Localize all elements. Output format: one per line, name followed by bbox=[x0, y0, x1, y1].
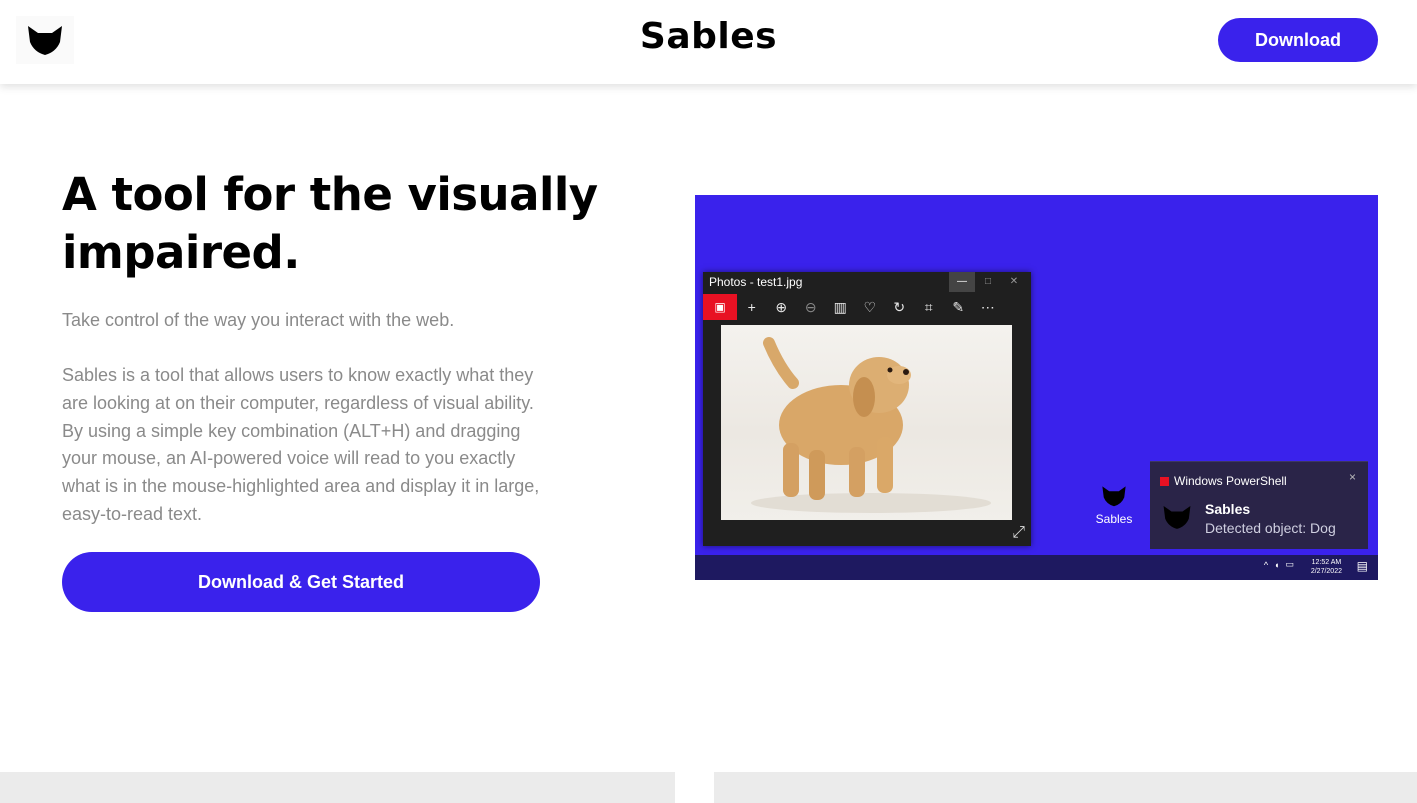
add-icon: + bbox=[747, 299, 756, 315]
site-header: Sables Download bbox=[0, 0, 1417, 84]
download-button[interactable]: Download bbox=[1218, 18, 1378, 62]
system-tray: ^ ◖ ▭ bbox=[1264, 559, 1294, 570]
photos-window: Photos - test1.jpg — □ ✕ ▣ + ⊕ ⊖ ▥ ♡ ↻ ⌗… bbox=[703, 272, 1031, 546]
feature-card-left bbox=[0, 772, 675, 803]
notification-icon: ▤ bbox=[1356, 559, 1368, 573]
minimize-icon: — bbox=[949, 272, 975, 292]
notification-toast: Windows PowerShell × Sables Detected obj… bbox=[1150, 461, 1368, 549]
rotate-icon: ↻ bbox=[893, 299, 906, 315]
puppy-image bbox=[721, 325, 1012, 520]
desktop-icon-sables: Sables bbox=[1095, 485, 1133, 526]
crop-icon: ⌗ bbox=[924, 299, 933, 315]
zoom-out-icon: ⊖ bbox=[804, 299, 817, 315]
network-icon: ▭ bbox=[1285, 559, 1294, 569]
download-get-started-button[interactable]: Download & Get Started bbox=[62, 552, 540, 612]
powershell-icon bbox=[1160, 476, 1169, 486]
taskbar: ^ ◖ ▭ 12:52 AM 2/27/2022 ▤ bbox=[695, 555, 1378, 580]
edit-icon: ✎ bbox=[952, 299, 965, 315]
fox-mask-icon bbox=[1102, 486, 1126, 507]
photos-window-title: Photos - test1.jpg bbox=[709, 275, 803, 289]
volume-icon: ◖ bbox=[1274, 559, 1280, 570]
maximize-icon: □ bbox=[984, 276, 992, 287]
desktop-icon-label: Sables bbox=[1095, 512, 1133, 526]
toast-body: Detected object: Dog bbox=[1205, 520, 1336, 536]
site-title: Sables bbox=[639, 16, 778, 57]
product-screenshot: Photos - test1.jpg — □ ✕ ▣ + ⊕ ⊖ ▥ ♡ ↻ ⌗… bbox=[695, 195, 1378, 580]
toast-app-name: Windows PowerShell bbox=[1160, 474, 1287, 488]
chevron-up-icon: ^ bbox=[1263, 559, 1269, 570]
fox-mask-icon bbox=[1163, 505, 1191, 529]
toast-close-icon: × bbox=[1348, 470, 1356, 484]
taskbar-clock: 12:52 AM 2/27/2022 bbox=[1310, 559, 1342, 575]
expand-icon: ⤢ bbox=[1012, 524, 1025, 541]
window-controls: — □ ✕ bbox=[949, 272, 1027, 292]
toast-heading: Sables bbox=[1205, 501, 1251, 517]
close-icon: ✕ bbox=[1009, 276, 1019, 287]
delete-icon: ▥ bbox=[833, 299, 847, 315]
heart-icon: ♡ bbox=[863, 299, 877, 315]
more-icon: ⋯ bbox=[980, 299, 995, 315]
hero-description: Sables is a tool that allows users to kn… bbox=[62, 365, 540, 524]
feature-card-right bbox=[714, 772, 1417, 803]
hero-tagline: Take control of the way you interact wit… bbox=[62, 310, 455, 330]
zoom-in-icon: ⊕ bbox=[775, 299, 788, 315]
hero-title: A tool for the visually impaired. bbox=[62, 168, 598, 279]
photos-toolbar: ▣ + ⊕ ⊖ ▥ ♡ ↻ ⌗ ✎ ⋯ bbox=[703, 294, 1031, 320]
photo-icon: ▣ bbox=[703, 294, 737, 320]
